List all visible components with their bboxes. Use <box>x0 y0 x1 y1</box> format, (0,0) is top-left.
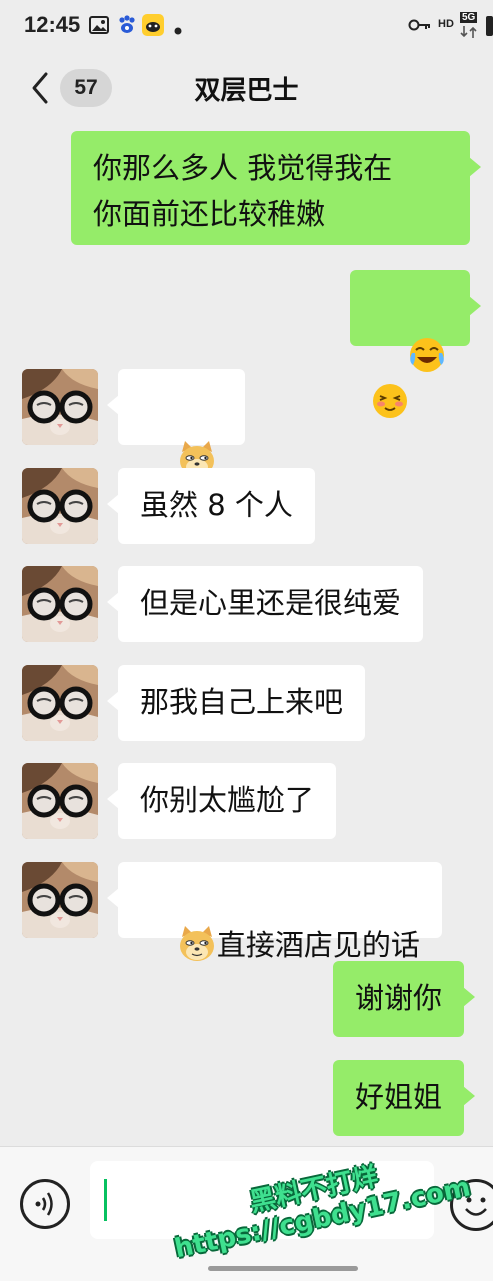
notification-dot-icon <box>174 20 182 39</box>
cat-glasses-avatar-image <box>22 763 98 839</box>
cat-glasses-avatar-image <box>22 665 98 741</box>
home-indicator <box>208 1266 358 1271</box>
avatar[interactable] <box>22 566 98 642</box>
avatar[interactable] <box>22 468 98 544</box>
message-list[interactable]: 你那么多人 我觉得我在 你面前还比较稚嫩 虽然 8 个人 但是心里还是很纯爱 那… <box>0 128 493 1146</box>
chat-header: 57 双层巴士 <box>0 52 493 128</box>
cat-glasses-avatar-image <box>22 468 98 544</box>
message-text: 直接酒店见的话 <box>216 928 420 962</box>
doge-emoji-icon <box>177 923 217 963</box>
crying-laughing-emoji-icon <box>407 335 447 375</box>
text-caret <box>104 1179 107 1221</box>
app-duck-icon <box>141 13 165 41</box>
message-bubble-incoming[interactable]: 但是心里还是很纯爱 <box>106 566 424 642</box>
input-bar <box>0 1146 493 1281</box>
message-bubble-outgoing[interactable]: 谢谢你 <box>333 961 476 1037</box>
blushing-emoji-icon <box>370 381 410 421</box>
gallery-icon <box>88 14 110 40</box>
message-bubble-outgoing[interactable] <box>350 270 481 346</box>
hd-icon: HD <box>438 18 454 30</box>
network-label: 5G <box>460 12 478 23</box>
message-bubble-incoming[interactable]: 那我自己上来吧 <box>106 665 366 741</box>
avatar[interactable] <box>22 665 98 741</box>
key-icon <box>408 17 432 37</box>
chat-title: 双层巴士 <box>194 76 299 106</box>
battery-icon <box>486 16 493 40</box>
avatar[interactable] <box>22 369 98 445</box>
voice-wave-icon <box>35 1192 53 1216</box>
message-bubble-incoming[interactable]: 虽然 8 个人 <box>107 468 315 544</box>
avatar[interactable] <box>22 763 98 839</box>
message-bubble-incoming[interactable]: 直接酒店见的话 <box>107 862 442 962</box>
cat-glasses-avatar-image <box>22 369 98 445</box>
avatar[interactable] <box>22 862 98 938</box>
cat-glasses-avatar-image <box>22 862 98 938</box>
cat-glasses-avatar-image <box>22 566 98 642</box>
status-bar: 12:45 HD 5G <box>0 0 493 52</box>
message-bubble-outgoing[interactable]: 你那么多人 我觉得我在 你面前还比较稚嫩 <box>71 131 481 245</box>
message-bubble-incoming[interactable] <box>107 369 245 445</box>
baidu-paw-icon <box>116 14 138 40</box>
voice-input-button[interactable] <box>20 1179 70 1229</box>
message-bubble-outgoing[interactable]: 好姐姐 <box>333 1060 476 1136</box>
status-time: 12:45 <box>24 12 81 37</box>
message-bubble-incoming[interactable]: 你别太尴尬了 <box>106 763 337 839</box>
